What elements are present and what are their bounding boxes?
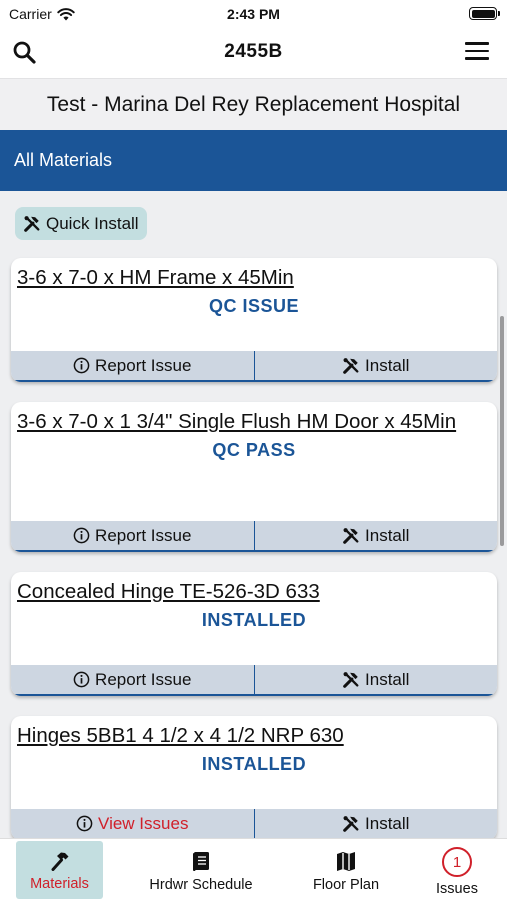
- tab-label: Materials: [30, 876, 89, 892]
- card-actions: View Issues Install: [11, 809, 497, 838]
- report-issue-button[interactable]: Report Issue: [11, 521, 254, 550]
- install-button[interactable]: Install: [253, 521, 498, 550]
- battery-icon: [469, 7, 500, 20]
- install-label: Install: [365, 813, 410, 833]
- map-icon: [337, 852, 355, 871]
- report-issue-button[interactable]: Report Issue: [11, 665, 254, 694]
- tools-icon: [343, 527, 359, 544]
- report-issue-label: Report Issue: [95, 525, 192, 545]
- tools-icon: [24, 215, 40, 232]
- tools-icon: [343, 357, 359, 374]
- material-card[interactable]: Concealed Hinge TE-526-3D 633 INSTALLED …: [11, 572, 497, 696]
- menu-button[interactable]: [465, 42, 489, 64]
- material-status: QC PASS: [212, 440, 296, 460]
- tab-issues[interactable]: 1 Issues: [422, 841, 492, 899]
- view-issues-label: View Issues: [98, 813, 189, 833]
- material-status: INSTALLED: [201, 610, 307, 630]
- report-issue-label: Report Issue: [95, 669, 192, 689]
- info-icon: [73, 357, 90, 374]
- status-bar: Carrier 2:43 PM: [0, 0, 507, 28]
- tools-icon: [343, 671, 359, 688]
- book-icon: [193, 852, 209, 871]
- install-button[interactable]: Install: [253, 351, 498, 380]
- material-card[interactable]: 3-6 x 7-0 x 1 3/4" Single Flush HM Door …: [11, 402, 497, 552]
- info-icon: [76, 815, 93, 832]
- card-actions: Report Issue Install: [11, 665, 497, 696]
- quick-install-label: Quick Install: [46, 213, 139, 233]
- material-status: QC ISSUE: [208, 296, 300, 316]
- hamburger-menu-icon: [465, 42, 489, 60]
- hammer-icon: [51, 852, 68, 871]
- install-label: Install: [365, 669, 410, 689]
- quick-install-button[interactable]: Quick Install: [15, 207, 147, 240]
- section-header: All Materials: [0, 130, 507, 191]
- tab-label: Floor Plan: [312, 877, 380, 893]
- clock: 2:43 PM: [227, 6, 280, 22]
- project-name: Test - Marina Del Rey Replacement Hospit…: [0, 78, 507, 130]
- install-label: Install: [365, 355, 410, 375]
- tools-icon: [343, 815, 359, 832]
- info-icon: [73, 671, 90, 688]
- door-number-title: 2455B: [224, 41, 283, 62]
- tab-floor-plan[interactable]: Floor Plan: [302, 841, 390, 899]
- tab-materials[interactable]: Materials: [16, 841, 103, 899]
- tab-label: Hrdwr Schedule: [149, 877, 253, 893]
- issues-count-icon: 1: [442, 847, 472, 877]
- navigation-bar: 2455B: [0, 28, 507, 78]
- view-issues-button[interactable]: View Issues: [11, 809, 254, 838]
- material-title[interactable]: 3-6 x 7-0 x HM Frame x 45Min: [11, 258, 497, 291]
- card-actions: Report Issue Install: [11, 351, 497, 382]
- material-card[interactable]: 3-6 x 7-0 x HM Frame x 45Min QC ISSUE Re…: [11, 258, 497, 382]
- tab-hrdwr-schedule[interactable]: Hrdwr Schedule: [140, 841, 262, 899]
- material-title[interactable]: Concealed Hinge TE-526-3D 633: [11, 572, 497, 605]
- card-actions: Report Issue Install: [11, 521, 497, 552]
- install-label: Install: [365, 525, 410, 545]
- materials-list[interactable]: Quick Install 3-6 x 7-0 x HM Frame x 45M…: [0, 191, 507, 838]
- tab-bar: Materials Hrdwr Schedule Floor Plan 1 Is…: [0, 838, 507, 900]
- material-card[interactable]: Hinges 5BB1 4 1/2 x 4 1/2 NRP 630 INSTAL…: [11, 716, 497, 838]
- report-issue-button[interactable]: Report Issue: [11, 351, 254, 380]
- material-status: INSTALLED: [201, 754, 307, 774]
- install-button[interactable]: Install: [253, 665, 498, 694]
- report-issue-label: Report Issue: [95, 355, 192, 375]
- scroll-indicator[interactable]: [500, 316, 504, 546]
- material-title[interactable]: Hinges 5BB1 4 1/2 x 4 1/2 NRP 630: [11, 716, 497, 749]
- install-button[interactable]: Install: [253, 809, 498, 838]
- material-title[interactable]: 3-6 x 7-0 x 1 3/4" Single Flush HM Door …: [11, 402, 497, 435]
- tab-label: Issues: [436, 881, 478, 897]
- info-icon: [73, 527, 90, 544]
